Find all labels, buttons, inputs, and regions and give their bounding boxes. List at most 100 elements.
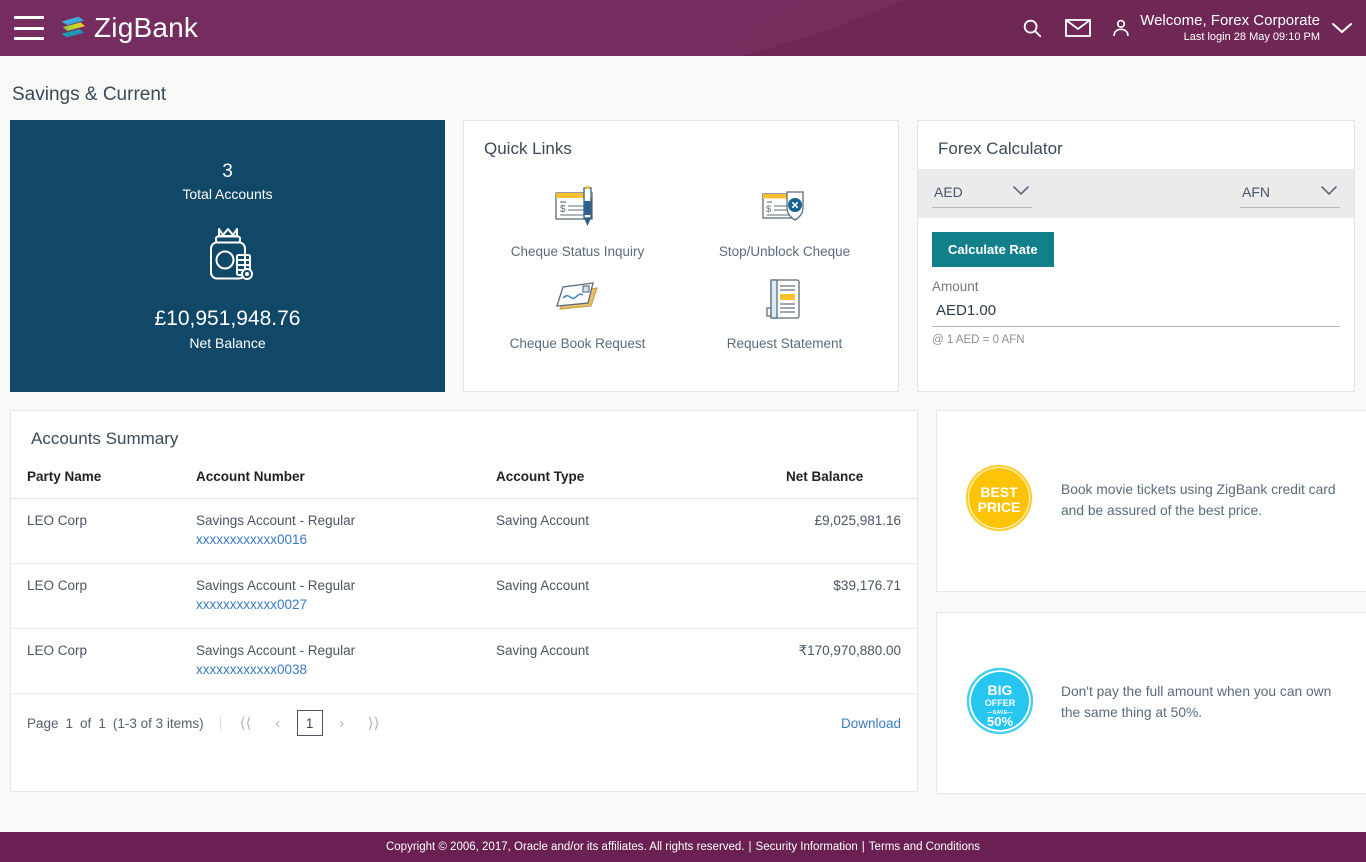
column-header-party-name: Party Name xyxy=(11,459,196,499)
cell-party-name: LEO Corp xyxy=(11,628,196,694)
cell-net-balance: £9,025,981.16 xyxy=(786,498,917,564)
exchange-rate-note: @ 1 AED = 0 AFN xyxy=(932,334,1025,346)
cell-party-name: LEO Corp xyxy=(11,563,196,629)
promo-card-big-offer[interactable]: BIG OFFER —SAVE— 50% Don't pay the full … xyxy=(936,612,1366,794)
column-header-net-balance: Net Balance xyxy=(786,459,917,499)
pagination-page-word: Page xyxy=(27,715,59,731)
first-page-icon[interactable]: ⟨⟨ xyxy=(233,710,259,736)
page-body: Savings & Current 3 Total Accounts £10,9… xyxy=(0,56,1366,794)
table-row[interactable]: LEO Corp Savings Account - Regular xxxxx… xyxy=(11,628,917,694)
quick-links-grid: $ Cheque Status Inquiry $ Stop/Unblock C… xyxy=(464,169,898,391)
net-balance-value: £10,951,948.76 xyxy=(154,306,301,330)
envelope-icon[interactable] xyxy=(1058,8,1098,48)
accounts-summary-card: Accounts Summary Party Name Account Numb… xyxy=(10,410,918,792)
quick-link-cheque-book-request[interactable]: Cheque Book Request xyxy=(474,265,681,357)
svg-text:OFFER: OFFER xyxy=(985,698,1016,708)
svg-text:BIG: BIG xyxy=(988,682,1013,698)
quick-link-label: Request Statement xyxy=(726,336,843,352)
chevron-down-icon[interactable] xyxy=(1330,20,1354,36)
from-currency-select[interactable]: AED xyxy=(932,181,1032,208)
quick-link-label: Cheque Status Inquiry xyxy=(510,244,645,259)
quick-link-label: Cheque Book Request xyxy=(509,336,646,352)
terms-and-conditions-link[interactable]: Terms and Conditions xyxy=(869,841,980,853)
app-header: ZigBank Welcome, Forex Corporate Last lo… xyxy=(0,0,1366,56)
prev-page-icon[interactable]: ‹ xyxy=(265,710,291,736)
big-offer-badge: BIG OFFER —SAVE— 50% xyxy=(963,664,1037,743)
brand-name: ZigBank xyxy=(94,12,199,43)
pagination-summary: Page 1 of 1 (1-3 of 3 items) xyxy=(27,715,221,731)
pagination-bar: Page 1 of 1 (1-3 of 3 items) ⟨⟨ ‹ 1 › ⟩⟩… xyxy=(11,694,917,736)
svg-text:$: $ xyxy=(766,204,772,215)
security-information-link[interactable]: Security Information xyxy=(756,841,858,853)
to-currency-select[interactable]: AFN xyxy=(1240,181,1340,208)
next-page-icon[interactable]: › xyxy=(329,710,355,736)
money-jar-icon xyxy=(199,224,257,291)
table-header-row: Party Name Account Number Account Type N… xyxy=(11,459,917,499)
from-currency-value: AED xyxy=(934,184,963,200)
download-link[interactable]: Download xyxy=(841,716,901,731)
svg-text:PRICE: PRICE xyxy=(978,499,1021,515)
calculate-rate-button[interactable]: Calculate Rate xyxy=(932,232,1054,267)
cell-account-number: Savings Account - Regular xxxxxxxxxxxx00… xyxy=(196,498,496,564)
quick-link-label: Stop/Unblock Cheque xyxy=(718,244,851,259)
quick-link-request-statement[interactable]: Request Statement xyxy=(681,265,888,357)
user-avatar-icon xyxy=(1110,17,1132,39)
account-number-link[interactable]: xxxxxxxxxxxx0016 xyxy=(196,532,496,547)
header-right-group: Welcome, Forex Corporate Last login 28 M… xyxy=(1012,8,1366,48)
hamburger-icon[interactable] xyxy=(14,16,44,40)
cheque-pen-icon: $ xyxy=(550,179,606,235)
account-name-text: Savings Account - Regular xyxy=(196,513,356,528)
quick-link-cheque-status-inquiry[interactable]: $ Cheque Status Inquiry xyxy=(474,173,681,265)
dashboard-bottom-row: Accounts Summary Party Name Account Numb… xyxy=(10,392,1366,794)
accounts-summary-title: Accounts Summary xyxy=(31,429,179,448)
quick-links-title: Quick Links xyxy=(484,139,572,158)
pagination-items-count: (1-3 of 3 items) xyxy=(112,715,204,731)
cell-account-type: Saving Account xyxy=(496,563,786,629)
account-number-link[interactable]: xxxxxxxxxxxx0027 xyxy=(196,597,496,612)
net-balance-card: 3 Total Accounts £10,951,948.76 Net Bala xyxy=(10,120,445,392)
brand-logo[interactable]: ZigBank xyxy=(58,12,198,44)
pagination-controls: ⟨⟨ ‹ 1 › ⟩⟩ xyxy=(221,710,387,736)
svg-text:$: $ xyxy=(560,204,566,215)
column-header-account-type: Account Type xyxy=(496,459,786,499)
user-menu[interactable]: Welcome, Forex Corporate Last login 28 M… xyxy=(1110,12,1354,44)
net-balance-label: Net Balance xyxy=(189,334,266,351)
total-accounts-label: Total Accounts xyxy=(182,185,273,202)
user-info: Welcome, Forex Corporate Last login 28 M… xyxy=(1140,12,1320,44)
promo-card-best-price[interactable]: BEST PRICE Book movie tickets using ZigB… xyxy=(936,410,1366,592)
column-header-account-number: Account Number xyxy=(196,459,496,499)
pagination-current-page: 1 xyxy=(65,715,74,731)
amount-label: Amount xyxy=(932,279,979,294)
best-price-badge: BEST PRICE xyxy=(963,462,1037,541)
pagination-total-pages: 1 xyxy=(98,715,106,731)
footer-copyright: Copyright © 2006, 2017, Oracle and/or it… xyxy=(385,841,745,853)
table-row[interactable]: LEO Corp Savings Account - Regular xxxxx… xyxy=(11,563,917,629)
cell-net-balance: ₹170,970,880.00 xyxy=(786,628,917,694)
app-footer: Copyright © 2006, 2017, Oracle and/or it… xyxy=(0,832,1366,862)
page-title: Savings & Current xyxy=(12,84,167,105)
accounts-summary-table: Party Name Account Number Account Type N… xyxy=(11,459,917,694)
statement-document-icon xyxy=(757,271,813,327)
chevron-down-icon xyxy=(1320,183,1338,201)
welcome-text: Welcome, Forex Corporate xyxy=(1140,12,1320,30)
last-page-icon[interactable]: ⟩⟩ xyxy=(361,710,387,736)
cell-account-number: Savings Account - Regular xxxxxxxxxxxx00… xyxy=(196,563,496,629)
page-number-button[interactable]: 1 xyxy=(296,710,323,736)
account-number-link[interactable]: xxxxxxxxxxxx0038 xyxy=(196,662,496,677)
accounts-column: Accounts Summary Party Name Account Numb… xyxy=(10,392,918,792)
cheque-block-icon: $ xyxy=(757,179,813,235)
dashboard-top-row: 3 Total Accounts £10,951,948.76 Net Bala xyxy=(10,120,1356,392)
amount-input[interactable]: AED1.00 xyxy=(932,300,1340,327)
cell-account-type: Saving Account xyxy=(496,498,786,564)
cell-party-name: LEO Corp xyxy=(11,498,196,564)
cell-net-balance: $39,176.71 xyxy=(786,563,917,629)
account-name-text: Savings Account - Regular xyxy=(196,643,356,658)
cheque-book-icon xyxy=(550,271,606,327)
svg-text:50%: 50% xyxy=(987,714,1013,729)
search-icon[interactable] xyxy=(1012,8,1052,48)
quick-link-stop-unblock-cheque[interactable]: $ Stop/Unblock Cheque xyxy=(681,173,888,265)
chevron-down-icon xyxy=(1012,183,1030,201)
table-row[interactable]: LEO Corp Savings Account - Regular xxxxx… xyxy=(11,498,917,564)
pagination-of-word: of xyxy=(80,715,92,731)
cell-account-type: Saving Account xyxy=(496,628,786,694)
